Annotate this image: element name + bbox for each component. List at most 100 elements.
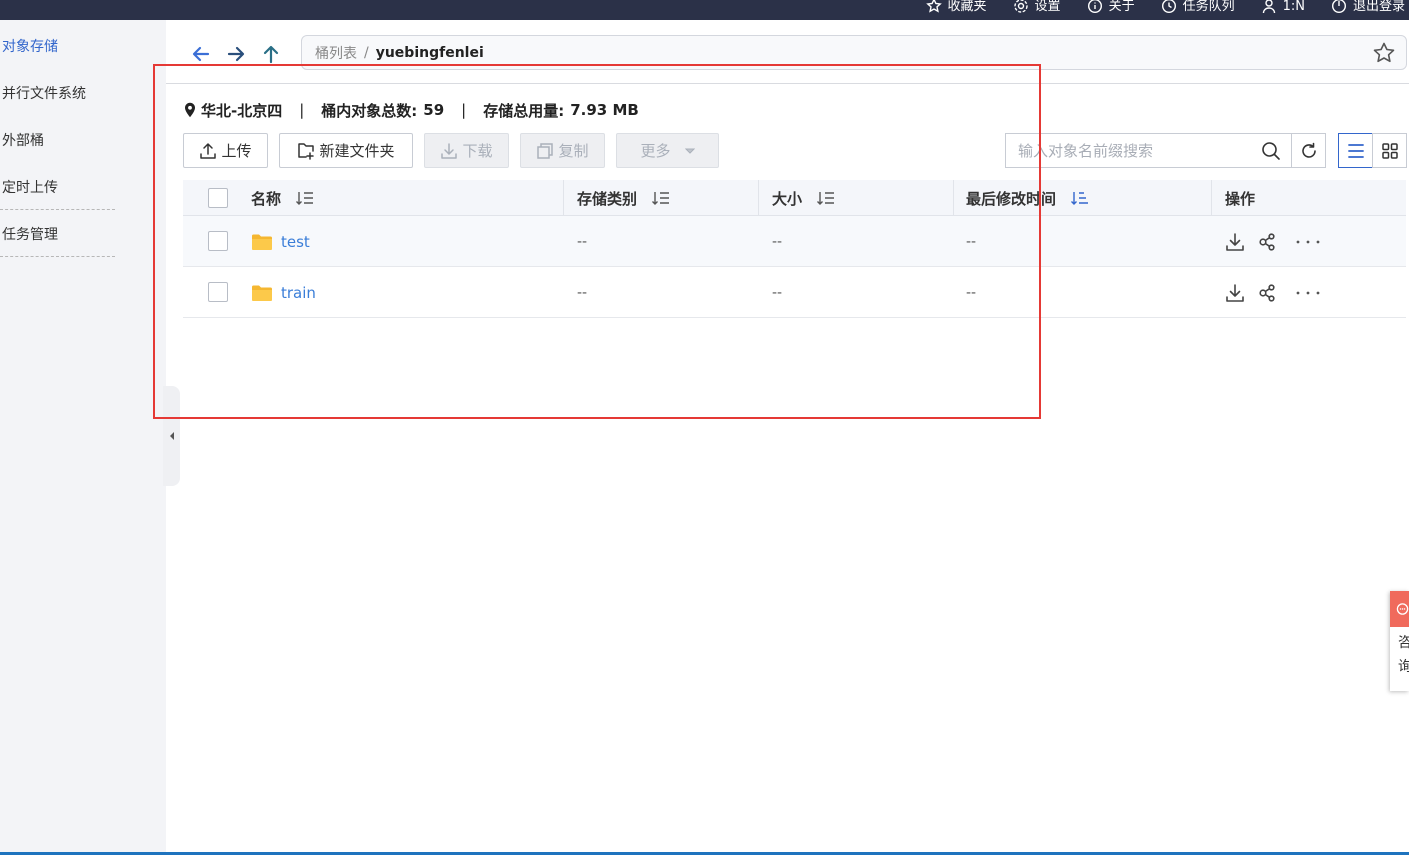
column-header-name[interactable]: 名称 — [251, 180, 315, 216]
download-icon[interactable] — [1225, 283, 1245, 303]
share-icon[interactable] — [1257, 232, 1277, 252]
chat-icon — [1396, 603, 1409, 615]
row-checkbox[interactable] — [208, 231, 228, 251]
topbar-favorites-label: 收藏夹 — [947, 0, 987, 14]
top-bar: 收藏夹 设置 关于 任务队列 1:N 退出登录 — [0, 0, 1409, 20]
more-dropdown[interactable]: 更多 — [616, 133, 719, 168]
sort-active-icon[interactable] — [1070, 190, 1090, 206]
breadcrumb-current: yuebingfenlei — [375, 44, 484, 61]
size-cell: -- — [772, 233, 783, 250]
table-row[interactable]: train -- -- -- — [183, 267, 1406, 318]
location-pin-icon — [185, 102, 195, 118]
user-icon — [1262, 0, 1275, 14]
new-folder-button-label: 新建文件夹 — [319, 142, 395, 160]
refresh-button[interactable] — [1291, 133, 1326, 168]
search-input[interactable] — [1018, 141, 1258, 160]
sidebar-item-external-bucket[interactable]: 外部桶 — [0, 130, 115, 150]
search-icon[interactable] — [1261, 141, 1281, 161]
list-view-button[interactable] — [1338, 133, 1373, 168]
upload-button-label: 上传 — [221, 142, 252, 160]
column-size-label: 大小 — [772, 189, 803, 208]
column-divider — [1211, 180, 1212, 216]
column-modified-label: 最后修改时间 — [966, 189, 1057, 208]
topbar-settings[interactable]: 设置 — [1013, 0, 1061, 14]
refresh-icon — [1301, 142, 1316, 158]
header-divider — [166, 83, 1409, 84]
topbar-about-label: 关于 — [1108, 0, 1135, 14]
sidebar-item-task-management[interactable]: 任务管理 — [0, 224, 115, 257]
topbar-logout[interactable]: 退出登录 — [1331, 0, 1405, 14]
favorite-star-icon[interactable] — [1372, 41, 1396, 65]
clock-icon — [1161, 0, 1176, 13]
breadcrumb-root[interactable]: 桶列表 — [315, 43, 357, 63]
folder-icon — [252, 285, 272, 301]
sidebar-item-scheduled-upload[interactable]: 定时上传 — [0, 177, 115, 210]
name-cell: test — [251, 216, 310, 267]
grid-view-button[interactable] — [1372, 133, 1407, 168]
copy-button[interactable]: 复制 — [520, 133, 605, 168]
modified-cell: -- — [966, 284, 977, 301]
row-checkbox[interactable] — [208, 282, 228, 302]
column-header-storage-class[interactable]: 存储类别 — [577, 180, 671, 216]
column-header-size[interactable]: 大小 — [772, 180, 836, 216]
sidebar-item-parallel-fs[interactable]: 并行文件系统 — [0, 83, 115, 103]
column-header-modified[interactable]: 最后修改时间 — [966, 180, 1090, 216]
size-cell: -- — [772, 284, 783, 301]
sort-icon[interactable] — [295, 190, 315, 206]
more-dropdown-label: 更多 — [640, 142, 671, 160]
more-options-icon[interactable] — [1295, 232, 1321, 252]
arrow-right-icon — [227, 46, 245, 62]
column-divider — [563, 180, 564, 216]
more-options-icon[interactable] — [1295, 283, 1321, 303]
sort-icon[interactable] — [816, 190, 836, 206]
gear-icon — [1013, 0, 1028, 13]
sidebar: 对象存储 并行文件系统 外部桶 定时上传 任务管理 — [0, 20, 166, 852]
topbar-user[interactable]: 1:N — [1261, 0, 1305, 14]
star-icon — [925, 0, 942, 13]
folder-link[interactable]: train — [281, 284, 316, 302]
list-view-icon — [1347, 143, 1364, 158]
topbar-task-queue[interactable]: 任务队列 — [1161, 0, 1235, 14]
breadcrumb[interactable]: 桶列表 / yuebingfenlei — [301, 35, 1407, 70]
info-separator: | — [461, 101, 467, 119]
top-bar-menu: 收藏夹 设置 关于 任务队列 1:N 退出登录 — [925, 0, 1409, 20]
upload-button[interactable]: 上传 — [183, 133, 268, 168]
folder-icon — [252, 234, 272, 250]
download-button[interactable]: 下载 — [424, 133, 509, 168]
select-all-checkbox[interactable] — [208, 188, 228, 208]
chat-icon-wrapper — [1390, 591, 1409, 627]
table-header: 名称 存储类别 大小 最后修改时间 操作 — [183, 180, 1406, 216]
storage-class-cell: -- — [577, 233, 588, 250]
topbar-favorites[interactable]: 收藏夹 — [925, 0, 987, 14]
arrow-up-icon — [263, 45, 279, 64]
sidebar-collapse-handle[interactable] — [163, 386, 180, 486]
caret-left-icon — [169, 432, 174, 440]
up-button[interactable] — [259, 42, 283, 66]
object-count-value: 59 — [423, 101, 445, 119]
grid-view-icon — [1381, 142, 1398, 159]
power-icon — [1331, 0, 1346, 13]
folder-link[interactable]: test — [281, 233, 310, 251]
column-divider — [953, 180, 954, 216]
search-box — [1005, 133, 1291, 168]
sidebar-item-object-storage[interactable]: 对象存储 — [0, 36, 115, 56]
name-cell: train — [251, 267, 316, 318]
consult-float-tab[interactable]: 咨询 — [1390, 591, 1409, 691]
caret-down-icon — [684, 148, 695, 154]
bucket-info-bar: 华北-北京四 | 桶内对象总数: 59 | 存储总用量: 7.93 MB — [184, 99, 639, 121]
download-icon[interactable] — [1225, 232, 1245, 252]
topbar-about[interactable]: 关于 — [1087, 0, 1135, 14]
sort-icon[interactable] — [651, 190, 671, 206]
modified-cell: -- — [966, 233, 977, 250]
table-row[interactable]: test -- -- -- — [183, 216, 1406, 267]
column-storage-class-label: 存储类别 — [577, 189, 638, 208]
new-folder-button[interactable]: 新建文件夹 — [279, 133, 413, 168]
forward-button[interactable] — [224, 42, 248, 66]
upload-icon — [200, 142, 217, 159]
storage-used-value: 7.93 MB — [570, 101, 639, 119]
share-icon[interactable] — [1257, 283, 1277, 303]
back-button[interactable] — [189, 42, 213, 66]
column-divider — [758, 180, 759, 216]
topbar-logout-label: 退出登录 — [1352, 0, 1405, 14]
region-label: 华北-北京四 — [201, 101, 283, 120]
